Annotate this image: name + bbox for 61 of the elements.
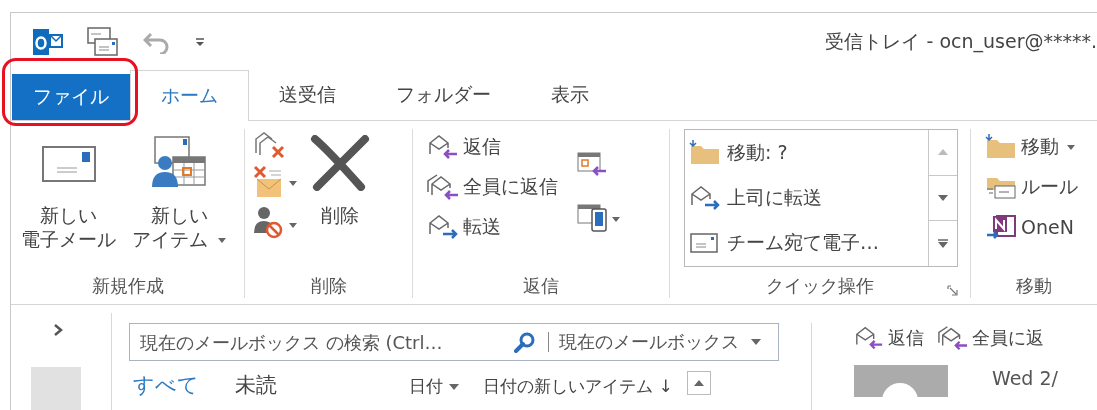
sort-by-dropdown[interactable]: 日付 bbox=[409, 371, 459, 398]
im-reply-icon[interactable] bbox=[576, 201, 622, 235]
junk-icon[interactable] bbox=[253, 205, 299, 239]
up-arrow-icon bbox=[693, 380, 704, 386]
group-label: 返信 bbox=[523, 274, 559, 298]
ribbon-tab[interactable]: フォルダー bbox=[366, 70, 521, 120]
filter-tab[interactable]: すべて bbox=[129, 371, 199, 399]
ribbon-tab[interactable]: 送受信 bbox=[249, 70, 366, 120]
forward-icon bbox=[689, 185, 721, 211]
dialog-launcher-icon[interactable] bbox=[947, 285, 958, 296]
caret-icon bbox=[1067, 144, 1075, 150]
reply-button[interactable]: 返信 bbox=[854, 325, 924, 351]
ribbon-tab[interactable]: ホーム bbox=[130, 70, 249, 121]
onenote-button[interactable]: OneN bbox=[985, 209, 1078, 245]
quick-step-item[interactable]: チーム宛て電子… bbox=[689, 230, 928, 257]
send-receive-icon[interactable] bbox=[87, 26, 119, 57]
reply-all-button[interactable]: 全員に返 bbox=[938, 325, 1044, 351]
message-date: Wed 2/ bbox=[992, 366, 1058, 391]
rules-button[interactable]: ルール bbox=[985, 169, 1078, 205]
folder-icon bbox=[689, 139, 721, 166]
folder-icon bbox=[985, 134, 1017, 160]
new-email-button[interactable]: 新しい 電子メール bbox=[17, 135, 120, 274]
quick-step-item[interactable]: 移動: ? bbox=[689, 139, 928, 166]
ignore-icon[interactable] bbox=[253, 131, 285, 159]
reply-all-button[interactable]: 全員に返信 bbox=[427, 169, 558, 205]
group-label: 移動 bbox=[1016, 274, 1052, 298]
caret-icon bbox=[751, 339, 761, 345]
group-label: クイック操作 bbox=[766, 274, 874, 298]
ribbon-tab[interactable]: 表示 bbox=[521, 70, 619, 120]
forward-button[interactable]: 転送 bbox=[427, 209, 558, 245]
up-arrow-icon bbox=[938, 149, 948, 156]
reply-icon bbox=[854, 325, 884, 351]
cleanup-icon[interactable] bbox=[253, 165, 299, 199]
sort-order-button[interactable]: 日付の新しいアイテム ↓ bbox=[483, 371, 673, 398]
search-field[interactable]: 現在のメールボックス の検索 (Ctrl… 現在のメールボックス bbox=[129, 323, 779, 361]
caret-icon bbox=[449, 383, 459, 390]
group-label: 削除 bbox=[310, 274, 347, 298]
filter-tab[interactable]: 未読 bbox=[231, 371, 277, 399]
notebook-icon bbox=[985, 214, 1017, 240]
more-arrow-icon bbox=[938, 239, 948, 249]
outlook-logo-icon[interactable] bbox=[33, 28, 63, 55]
delete-icon bbox=[309, 135, 371, 191]
customize-caret-icon[interactable] bbox=[195, 36, 205, 47]
delete-button[interactable]: 削除 bbox=[305, 129, 375, 274]
group-label: 新規作成 bbox=[91, 274, 164, 298]
search-scope-dropdown[interactable]: 現在のメールボックス bbox=[559, 330, 761, 354]
new-items-button[interactable]: 新しい アイテム bbox=[128, 135, 231, 274]
reply-all-icon bbox=[938, 325, 968, 351]
reply-all-icon bbox=[427, 174, 459, 200]
expand-chevron-icon[interactable] bbox=[53, 323, 63, 337]
quick-step-item[interactable]: 上司に転送 bbox=[689, 185, 928, 211]
scroll-up-button[interactable] bbox=[686, 371, 711, 395]
caret-icon bbox=[218, 238, 227, 243]
window-title: 受信トレイ - ocn_user@*****. bbox=[824, 28, 1097, 55]
reply-icon bbox=[427, 134, 459, 160]
forward-icon bbox=[427, 214, 459, 240]
move-button[interactable]: 移動 bbox=[985, 129, 1078, 165]
file-tab[interactable]: ファイル bbox=[12, 74, 130, 120]
down-arrow-icon bbox=[938, 195, 948, 201]
search-icon[interactable] bbox=[514, 331, 536, 353]
reply-button[interactable]: 返信 bbox=[427, 129, 558, 165]
